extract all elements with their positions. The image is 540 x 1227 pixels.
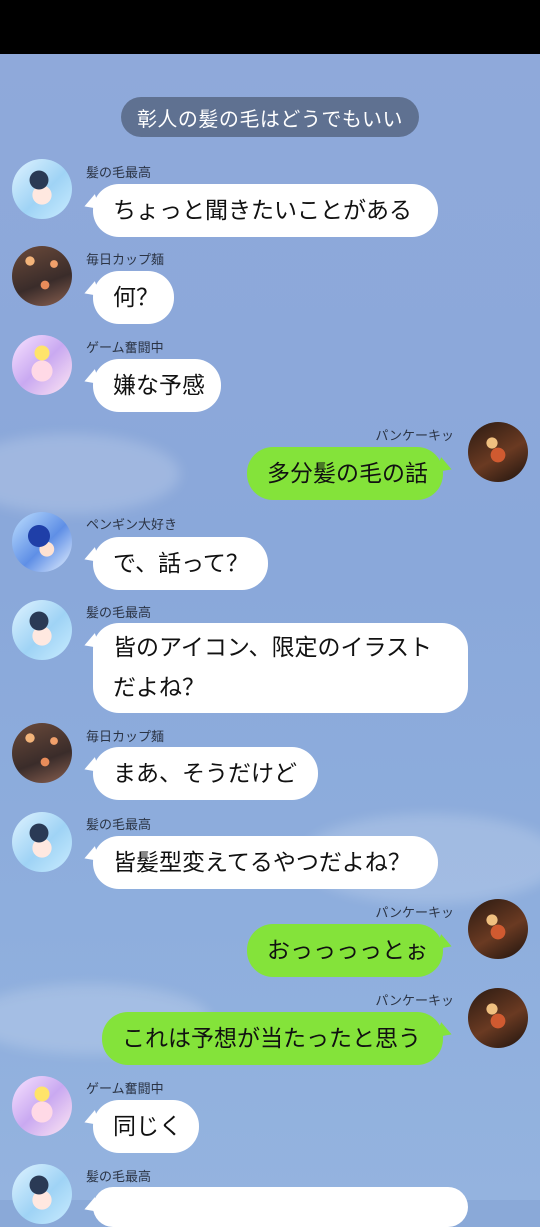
message-text: 同じく bbox=[113, 1113, 182, 1140]
message-bubble[interactable] bbox=[93, 1187, 468, 1227]
sender-name: 毎日カップ麺 bbox=[86, 253, 165, 268]
message-bubble[interactable]: で、話って？ bbox=[93, 537, 268, 590]
avatar[interactable] bbox=[12, 723, 72, 783]
sender-name: 髪の毛最高 bbox=[86, 1170, 152, 1185]
message-bubble[interactable]: 多分髪の毛の話 bbox=[247, 447, 443, 500]
sender-name: 髪の毛最高 bbox=[86, 606, 152, 621]
sender-name: パンケーキッ bbox=[375, 906, 454, 921]
avatar[interactable] bbox=[12, 812, 72, 872]
message-text: これは予想が当たったと思う bbox=[122, 1025, 421, 1052]
avatar[interactable] bbox=[12, 512, 72, 572]
message-text: 皆のアイコン、限定のイラストだよね？ bbox=[113, 635, 433, 701]
message-bubble[interactable]: 何？ bbox=[93, 271, 174, 324]
sender-name: 髪の毛最高 bbox=[86, 818, 152, 833]
avatar[interactable] bbox=[468, 988, 528, 1048]
avatar[interactable] bbox=[468, 422, 528, 482]
message-text: 多分髪の毛の話 bbox=[267, 460, 428, 487]
sender-name: ゲーム奮闘中 bbox=[86, 341, 164, 356]
avatar[interactable] bbox=[12, 335, 72, 395]
message-bubble[interactable]: おっっっっとぉ bbox=[247, 924, 443, 977]
sender-name: ペンギン大好き bbox=[86, 518, 178, 533]
message-text: 嫌な予感 bbox=[113, 372, 205, 399]
message-bubble[interactable]: まあ、そうだけど bbox=[93, 747, 318, 800]
message-text: 何？ bbox=[113, 284, 159, 311]
message-bubble[interactable]: これは予想が当たったと思う bbox=[102, 1012, 443, 1065]
chat-title-pill: 彰人の髪の毛はどうでもいい bbox=[121, 97, 419, 137]
message-bubble[interactable]: 皆のアイコン、限定のイラストだよね？ bbox=[93, 623, 468, 713]
sender-name: パンケーキッ bbox=[375, 994, 454, 1009]
sender-name: ゲーム奮闘中 bbox=[86, 1082, 164, 1097]
status-bar bbox=[0, 0, 540, 54]
message-bubble[interactable]: 嫌な予感 bbox=[93, 359, 221, 412]
message-bubble[interactable]: 同じく bbox=[93, 1100, 199, 1153]
message-bubble[interactable]: ちょっと聞きたいことがある bbox=[93, 184, 438, 237]
sender-name: パンケーキッ bbox=[375, 429, 454, 444]
avatar[interactable] bbox=[12, 600, 72, 660]
avatar[interactable] bbox=[12, 1164, 72, 1224]
avatar[interactable] bbox=[12, 1076, 72, 1136]
message-text: で、話って？ bbox=[113, 550, 249, 577]
sender-name: 毎日カップ麺 bbox=[86, 730, 165, 745]
avatar[interactable] bbox=[468, 899, 528, 959]
message-text: 皆髪型変えてるやつだよね？ bbox=[113, 849, 411, 876]
avatar[interactable] bbox=[12, 159, 72, 219]
message-text: おっっっっとぉ bbox=[267, 937, 428, 964]
avatar[interactable] bbox=[12, 246, 72, 306]
sender-name: 髪の毛最高 bbox=[86, 166, 152, 181]
message-text: まあ、そうだけど bbox=[113, 760, 297, 787]
message-bubble[interactable]: 皆髪型変えてるやつだよね？ bbox=[93, 836, 438, 889]
message-text: ちょっと聞きたいことがある bbox=[113, 197, 412, 224]
chat-title: 彰人の髪の毛はどうでもいい bbox=[136, 106, 404, 131]
